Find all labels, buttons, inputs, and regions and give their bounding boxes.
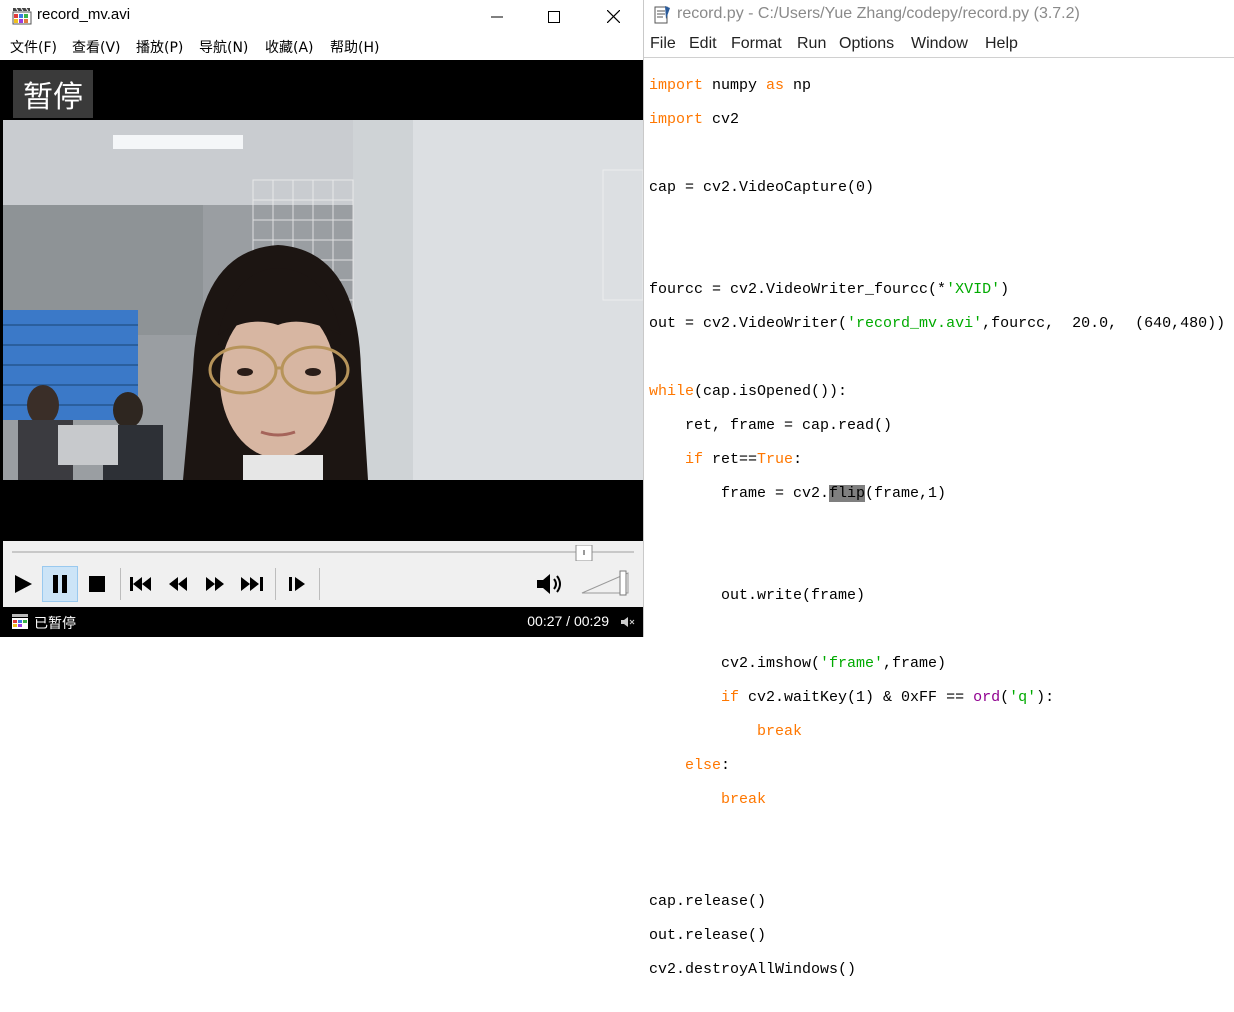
play-icon	[15, 575, 32, 593]
menu-options[interactable]: Options	[839, 35, 894, 53]
menu-file[interactable]: File	[650, 35, 676, 53]
code-line: fourcc = cv2.VideoWriter_fourcc(*'XVID')	[649, 281, 1010, 298]
fast-forward-button[interactable]	[197, 566, 233, 602]
code-line: while(cap.isOpened()):	[649, 383, 848, 400]
menu-window[interactable]: Window	[911, 35, 968, 53]
rewind-icon	[169, 577, 187, 591]
playback-time: 00:27 / 00:29	[527, 613, 609, 629]
code-line: else:	[685, 757, 731, 774]
clapperboard-icon	[12, 614, 28, 629]
python-feather-icon	[654, 6, 670, 24]
menu-help[interactable]: Help	[985, 35, 1018, 53]
skip-next-icon	[241, 577, 263, 591]
playback-status: 已暂停	[34, 616, 76, 632]
pause-osd-label: 暂停	[13, 70, 93, 118]
code-line: import cv2	[649, 111, 740, 128]
close-button[interactable]	[584, 0, 642, 33]
menu-format[interactable]: Format	[731, 35, 782, 53]
code-line: break	[721, 791, 767, 808]
speaker-small-icon[interactable]	[621, 616, 635, 628]
close-icon	[606, 10, 620, 23]
code-line: if cv2.waitKey(1) & 0xFF == ord('q'):	[721, 689, 1055, 706]
frame-step-icon	[289, 577, 305, 591]
minimize-button[interactable]	[468, 0, 526, 33]
speaker-icon	[537, 574, 561, 594]
code-line: out = cv2.VideoWriter('record_mv.avi',fo…	[649, 315, 1226, 332]
maximize-icon	[548, 10, 560, 23]
code-line: cv2.imshow('frame',frame)	[649, 655, 947, 672]
volume-slider[interactable]	[580, 569, 634, 597]
maximize-button[interactable]	[525, 0, 583, 33]
seek-bar[interactable]	[12, 545, 634, 561]
rewind-button[interactable]	[160, 566, 196, 602]
clapperboard-icon	[12, 7, 32, 25]
code-line: out.write(frame)	[649, 587, 866, 604]
media-player-window: record_mv.avi 文件(F) 查看(V) 播放(P) 导航(N) 收藏…	[0, 0, 644, 637]
selected-text: flip	[829, 485, 866, 502]
code-line: frame = cv2.flip(frame,1)	[649, 485, 947, 502]
player-titlebar: record_mv.avi	[0, 0, 643, 33]
minimize-icon	[491, 16, 503, 17]
idle-editor-window: record.py - C:/Users/Yue Zhang/codepy/re…	[644, 0, 1234, 978]
editor-menubar: File Edit Format Run Options Window Help	[644, 31, 1234, 58]
code-line: break	[757, 723, 803, 740]
frame-step-button[interactable]	[280, 566, 316, 602]
menu-file[interactable]: 文件(F)	[10, 37, 57, 57]
webcam-image	[3, 120, 643, 480]
menu-view[interactable]: 查看(V)	[72, 37, 121, 57]
code-line: cap.release()	[649, 893, 767, 910]
editor-titlebar: record.py - C:/Users/Yue Zhang/codepy/re…	[644, 0, 1234, 31]
player-window-title: record_mv.avi	[37, 6, 131, 23]
controls-separator	[120, 568, 121, 600]
controls-separator	[319, 568, 320, 600]
menu-navigate[interactable]: 导航(N)	[199, 37, 248, 57]
menu-run[interactable]: Run	[797, 35, 826, 53]
mute-button[interactable]	[532, 566, 568, 602]
player-menubar: 文件(F) 查看(V) 播放(P) 导航(N) 收藏(A) 帮助(H)	[0, 33, 643, 60]
menu-help[interactable]: 帮助(H)	[330, 37, 379, 57]
code-line: if ret==True:	[685, 451, 803, 468]
code-line: out.release()	[649, 927, 767, 944]
code-line: ret, frame = cap.read()	[649, 417, 893, 434]
next-button[interactable]	[234, 566, 270, 602]
stop-icon	[89, 576, 105, 592]
pause-button[interactable]	[42, 566, 78, 602]
video-area[interactable]: 暂停	[3, 60, 643, 541]
editor-window-title: record.py - C:/Users/Yue Zhang/codepy/re…	[677, 5, 1080, 22]
pause-icon	[53, 575, 67, 593]
previous-button[interactable]	[123, 566, 159, 602]
code-editor-text[interactable]: import numpy as np import cv2 cap = cv2.…	[649, 60, 1225, 1012]
controls-separator	[275, 568, 276, 600]
skip-previous-icon	[130, 577, 151, 591]
playback-controls	[3, 541, 643, 607]
code-line: cv2.destroyAllWindows()	[649, 961, 857, 978]
menu-play[interactable]: 播放(P)	[136, 37, 183, 57]
play-button[interactable]	[5, 566, 41, 602]
player-status-bar: 已暂停 00:27 / 00:29	[3, 607, 643, 637]
menu-favorites[interactable]: 收藏(A)	[265, 37, 314, 57]
menu-edit[interactable]: Edit	[689, 35, 717, 53]
video-frame	[3, 120, 643, 480]
fast-forward-icon	[206, 577, 224, 591]
code-line: cap = cv2.VideoCapture(0)	[649, 179, 875, 196]
code-line: import numpy as np	[649, 77, 812, 94]
stop-button[interactable]	[79, 566, 115, 602]
